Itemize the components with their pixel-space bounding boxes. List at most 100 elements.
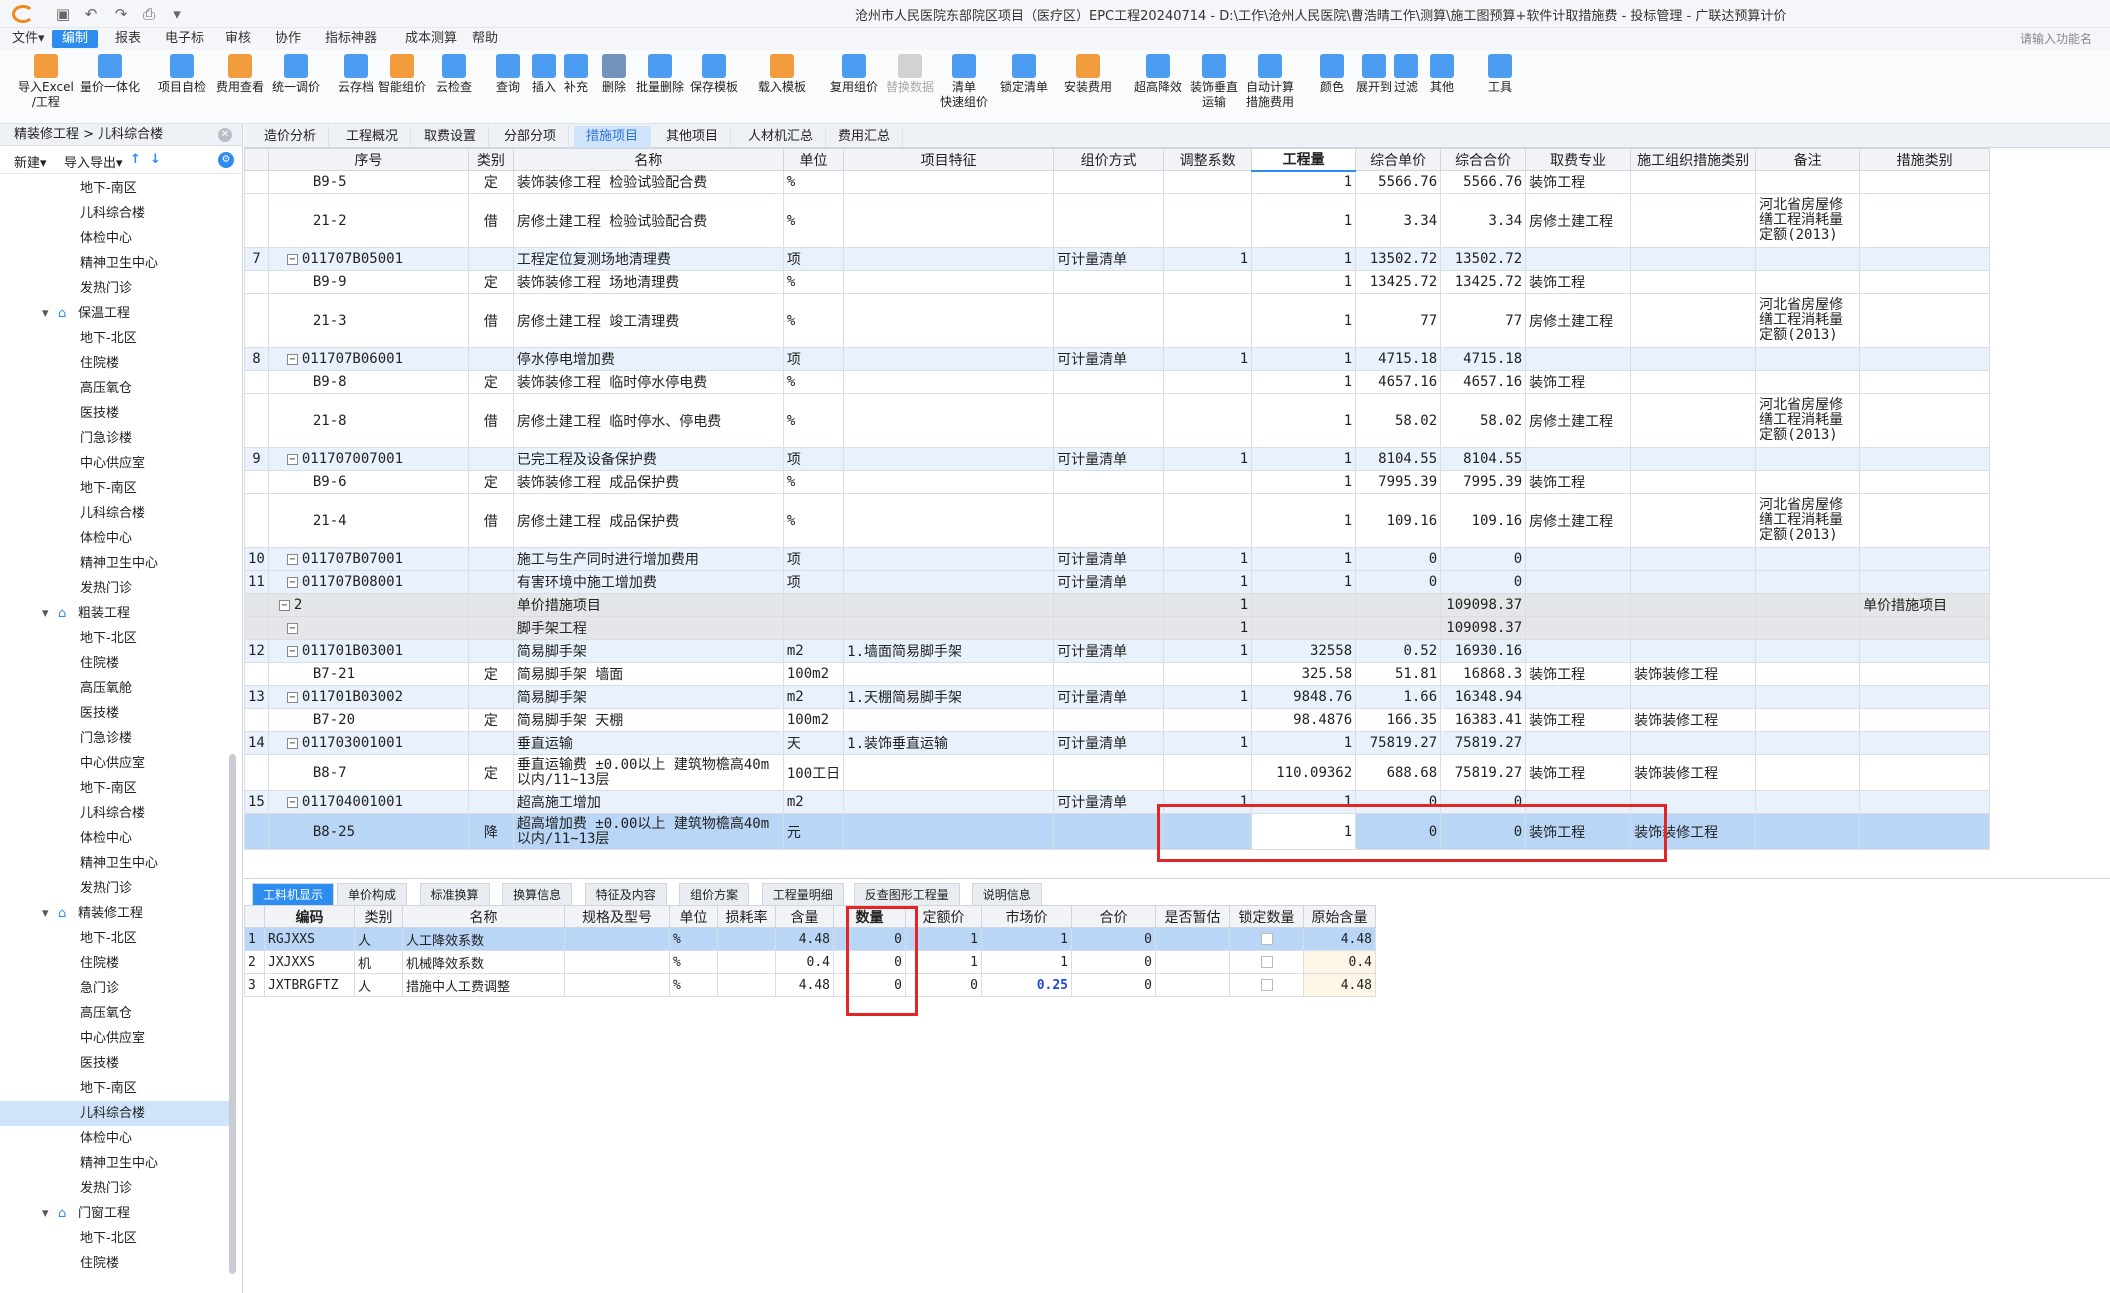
undo-icon[interactable]: ↶ <box>80 3 102 25</box>
res-header-5[interactable]: 损耗率 <box>717 905 776 928</box>
res-cell-mprice[interactable]: 0.25 <box>981 973 1072 997</box>
collapse-icon[interactable]: − <box>286 576 298 588</box>
ribbon-button-11[interactable]: 删除 <box>602 54 626 95</box>
tree-node[interactable]: 高压氧仓 <box>0 376 230 401</box>
ribbon-button-7[interactable]: 云检查 <box>436 54 472 95</box>
lock-checkbox[interactable] <box>1260 979 1273 991</box>
tree-node[interactable]: 精神卫生中心 <box>0 251 230 276</box>
ribbon-button-23[interactable]: 颜色 <box>1320 54 1344 95</box>
col-header-0[interactable]: 序号 <box>267 148 469 171</box>
cell-coef[interactable] <box>1163 270 1253 294</box>
collapse-icon[interactable]: − <box>286 353 298 365</box>
cell-qty[interactable]: 1 <box>1251 731 1357 755</box>
cell-qty[interactable]: 1 <box>1251 347 1357 371</box>
tree-node[interactable]: 住院楼 <box>0 1251 230 1276</box>
grid-row[interactable]: 21-4 借房修土建工程 成品保护费% 1 109.16 109.16 房修土建工程 河北省… <box>244 493 1991 548</box>
ribbon-button-26[interactable]: 其他 <box>1430 54 1454 95</box>
grid-row[interactable]: 21-8 借房修土建工程 临时停水、停电费% 1 58.02 58.02 房修土建工程 河北… <box>244 393 1991 448</box>
tree-node[interactable]: 儿科综合楼 <box>0 801 230 826</box>
cell-qty[interactable]: 110.09362 <box>1251 754 1357 791</box>
collapse-icon[interactable]: − <box>286 453 298 465</box>
tree-node[interactable]: 地下-北区 <box>0 326 230 351</box>
ribbon-button-20[interactable]: 超高降效 <box>1134 54 1182 95</box>
tree-node[interactable]: 发热门诊 <box>0 276 230 301</box>
collapse-icon[interactable]: − <box>286 737 298 749</box>
grid-row[interactable]: B7-20 定简易脚手架 天棚 100m2 98.4876 166.35 16383.41… <box>244 708 1991 732</box>
ribbon-button-16[interactable]: 替换数据 <box>886 54 934 95</box>
cell-qty[interactable]: 1 <box>1251 270 1357 294</box>
ribbon-button-8[interactable]: 查询 <box>496 54 520 95</box>
ribbon-button-13[interactable]: 保存模板 <box>690 54 738 95</box>
bottom-tab-0[interactable]: 工料机显示 <box>252 883 335 905</box>
close-icon[interactable]: ✕ <box>218 128 232 142</box>
ribbon-button-5[interactable]: 云存档 <box>338 54 374 95</box>
ribbon-button-14[interactable]: 载入模板 <box>758 54 806 95</box>
res-header-10[interactable]: 合价 <box>1071 905 1156 928</box>
tree-node[interactable]: ▾ ⌂ 精装修工程 <box>0 901 230 926</box>
tree-node[interactable]: ▾ ⌂ 粗装工程 <box>0 601 230 626</box>
tree-node[interactable]: 地下-北区 <box>0 926 230 951</box>
col-header-6[interactable]: 调整系数 <box>1163 148 1253 171</box>
tree-node[interactable]: 儿科综合楼 <box>0 501 230 526</box>
cell-qty[interactable]: 1 <box>1251 493 1357 548</box>
ribbon-button-0[interactable]: 导入Excel/工程 <box>18 54 74 110</box>
tree-node[interactable]: 发热门诊 <box>0 576 230 601</box>
tree-node[interactable]: 地下-北区 <box>0 1226 230 1251</box>
tree-node[interactable]: 住院楼 <box>0 351 230 376</box>
bottom-tab-8[interactable]: 说明信息 <box>971 883 1042 905</box>
ribbon-button-22[interactable]: 自动计算 措施费用 <box>1246 54 1294 110</box>
cell-qty[interactable]: 32558 <box>1251 639 1357 663</box>
cell-coef[interactable]: 1 <box>1163 616 1253 640</box>
quick-access-more-icon[interactable]: ▾ <box>166 3 188 25</box>
grid-row[interactable]: − 脚手架工程 1 109098.37 <box>244 616 1991 640</box>
menu-item-5[interactable]: 协作 <box>275 30 301 48</box>
bottom-tab-4[interactable]: 特征及内容 <box>584 883 667 905</box>
collapse-icon[interactable]: − <box>286 253 298 265</box>
lock-checkbox[interactable] <box>1260 933 1273 945</box>
tree-node[interactable]: 医技楼 <box>0 401 230 426</box>
ribbon-button-3[interactable]: 费用查看 <box>216 54 264 95</box>
tree-node[interactable]: 精神卫生中心 <box>0 1151 230 1176</box>
cell-qty[interactable]: 9848.76 <box>1251 685 1357 709</box>
tab-3[interactable]: 分部分项 <box>492 126 570 148</box>
function-search-input[interactable]: 请输入功能名 <box>2020 30 2108 48</box>
tree-node[interactable]: ▾ ⌂ 保温工程 <box>0 301 230 326</box>
grid-row[interactable]: 21-2 借房修土建工程 检验试验配合费% 1 3.34 3.34 房修土建工程 河北省房屋… <box>244 193 1991 248</box>
res-header-9[interactable]: 市场价 <box>981 905 1072 928</box>
bottom-tab-5[interactable]: 组价方案 <box>679 883 750 905</box>
import-export-button[interactable]: 导入导出▾ <box>64 152 123 171</box>
cell-coef[interactable] <box>1163 293 1253 348</box>
res-cell-mprice[interactable]: 1 <box>981 950 1072 974</box>
grid-row[interactable]: 12−011701B03001 简易脚手架 m2 1.墙面简易脚手架 可计量清单 1 325… <box>244 639 1991 663</box>
cell-qty[interactable]: 1 <box>1251 170 1357 194</box>
tree-expand-icon[interactable]: ▾ <box>42 1201 49 1226</box>
ribbon-button-12[interactable]: 批量删除 <box>636 54 684 95</box>
col-header-10[interactable]: 取费专业 <box>1525 148 1632 171</box>
tree-expand-icon[interactable]: ▾ <box>42 601 49 626</box>
tree-node[interactable]: 地下-南区 <box>0 1076 230 1101</box>
tree-node[interactable]: 精神卫生中心 <box>0 851 230 876</box>
grid-row[interactable]: 9−011707007001 已完工程及设备保护费项可计量清单 1 1 8104.55 8… <box>244 447 1991 471</box>
tree-node[interactable]: 门急诊楼 <box>0 426 230 451</box>
bottom-tab-7[interactable]: 反查图形工程量 <box>853 883 960 905</box>
tree-node[interactable]: 体检中心 <box>0 826 230 851</box>
tab-6[interactable]: 人材机汇总 <box>736 126 827 148</box>
col-header-3[interactable]: 单位 <box>782 148 845 171</box>
grid-row[interactable]: B9-8 定装饰装修工程 临时停水停电费% 1 4657.16 4657.16 装饰工程 <box>244 370 1991 394</box>
resource-row[interactable]: 2 JXJXXS 机机械降效系数% 0.4 0 1 1 0 0.4 <box>244 950 1376 974</box>
tab-4[interactable]: 措施项目 <box>574 126 652 148</box>
tree-node[interactable]: 高压氧仓 <box>0 1001 230 1026</box>
cell-coef[interactable] <box>1163 193 1253 248</box>
res-header-6[interactable]: 含量 <box>775 905 834 928</box>
menu-item-8[interactable]: 帮助 <box>472 30 498 48</box>
tree-node[interactable]: 精神卫生中心 <box>0 551 230 576</box>
cell-coef[interactable]: 1 <box>1163 593 1253 617</box>
cell-qty[interactable]: 98.4876 <box>1251 708 1357 732</box>
ribbon-button-24[interactable]: 展开到 <box>1356 54 1392 95</box>
res-cell-content[interactable]: 4.48 <box>775 927 834 951</box>
cell-coef[interactable] <box>1163 170 1253 194</box>
ribbon-button-19[interactable]: 安装费用 <box>1064 54 1112 95</box>
tree-expand-icon[interactable]: ▾ <box>42 901 49 926</box>
res-header-4[interactable]: 单位 <box>669 905 718 928</box>
col-header-4[interactable]: 项目特征 <box>843 148 1055 171</box>
